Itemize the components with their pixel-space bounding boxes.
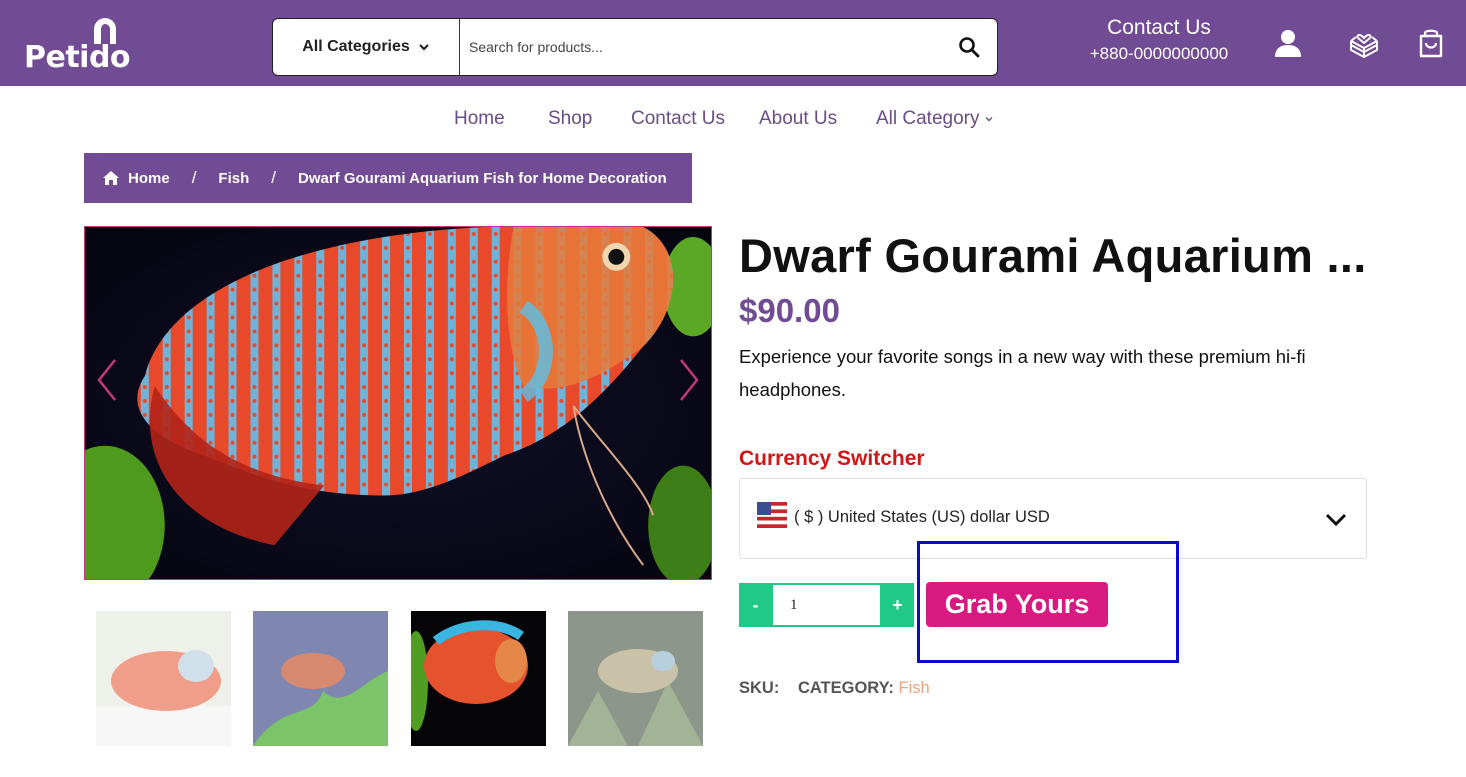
fish-image [85, 227, 711, 579]
breadcrumb-current: Dwarf Gourami Aquarium Fish for Home Dec… [298, 169, 667, 187]
contact-title: Contact Us [1107, 16, 1211, 39]
nav-about-us[interactable]: About Us [759, 100, 837, 138]
us-flag-icon [757, 502, 787, 528]
home-icon [103, 171, 119, 185]
category-dropdown[interactable]: All Categories [273, 19, 460, 75]
product-main-image[interactable] [84, 226, 712, 580]
sku-label: SKU: [739, 679, 780, 697]
gift-box-icon[interactable] [1347, 26, 1381, 60]
category-label: CATEGORY: [797, 679, 894, 697]
chevron-down-icon [419, 44, 429, 51]
thumbnail-1[interactable] [96, 611, 231, 746]
grab-yours-button[interactable]: Grab Yours [926, 582, 1108, 627]
currency-switcher-dropdown[interactable]: ( $ ) United States (US) dollar USD [739, 478, 1367, 559]
nav-all-category-label: All Category [876, 108, 980, 129]
nav-contact-us[interactable]: Contact Us [631, 100, 725, 138]
breadcrumb-home[interactable]: Home [128, 170, 170, 187]
quantity-increase-button[interactable]: + [881, 583, 914, 627]
product-price: $90.00 [739, 292, 840, 329]
main-nav: Home Shop Contact Us About Us All Catego… [0, 100, 1466, 140]
breadcrumb-fish[interactable]: Fish [218, 170, 249, 187]
category-dropdown-label: All Categories [302, 38, 410, 55]
quantity-input[interactable] [773, 585, 880, 625]
category-link[interactable]: Fish [898, 679, 929, 697]
product-meta: SKU: CATEGORY: Fish [739, 679, 930, 698]
fish-thumbnail-image [411, 611, 546, 746]
thumbnail-2[interactable] [253, 611, 388, 746]
breadcrumb: Home / Fish / Dwarf Gourami Aquarium Fis… [84, 153, 692, 203]
nav-shop[interactable]: Shop [548, 100, 592, 138]
header-contact: Contact Us +880-0000000000 [1070, 16, 1248, 64]
currency-selected: ( $ ) United States (US) dollar USD [794, 508, 1050, 526]
search-icon[interactable] [957, 35, 981, 59]
quantity-stepper: - + [739, 583, 914, 627]
fish-thumbnail-image [568, 611, 703, 746]
product-description: Experience your favorite songs in a new … [739, 346, 1306, 400]
shopping-bag-icon[interactable] [1414, 26, 1448, 60]
search-bar: All Categories [272, 18, 998, 76]
product-title: Dwarf Gourami Aquarium ... [739, 229, 1367, 282]
chevron-down-icon [985, 116, 992, 122]
user-icon[interactable] [1271, 26, 1305, 60]
quantity-decrease-button[interactable]: - [739, 583, 772, 627]
chevron-down-icon [1325, 513, 1347, 527]
site-logo[interactable]: Petido [24, 18, 134, 75]
thumbnail-3[interactable] [411, 611, 546, 746]
previous-image-arrow-icon[interactable] [93, 355, 123, 405]
thumbnail-4[interactable] [568, 611, 703, 746]
next-image-arrow-icon[interactable] [673, 355, 703, 405]
breadcrumb-separator: / [271, 168, 276, 187]
nav-home[interactable]: Home [454, 100, 505, 138]
header-bar: Petido All Categories Contact Us +880-00… [0, 0, 1466, 86]
nav-all-category[interactable]: All Category [876, 100, 994, 138]
fish-thumbnail-image [253, 611, 388, 746]
contact-phone: +880-0000000000 [1089, 44, 1229, 63]
breadcrumb-separator: / [191, 168, 197, 187]
search-input[interactable] [469, 29, 939, 65]
currency-switcher-title: Currency Switcher [739, 447, 925, 470]
fish-thumbnail-image [96, 611, 231, 746]
